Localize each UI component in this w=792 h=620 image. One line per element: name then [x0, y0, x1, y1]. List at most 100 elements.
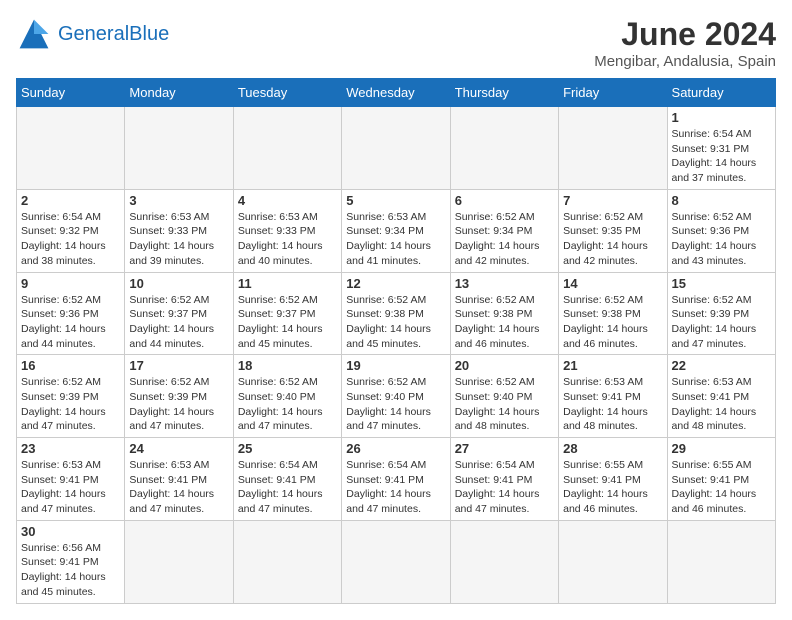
day-12: 12 Sunrise: 6:52 AMSunset: 9:38 PMDaylig…: [342, 272, 450, 355]
day-16: 16 Sunrise: 6:52 AMSunset: 9:39 PMDaylig…: [17, 355, 125, 438]
day-number: 15: [672, 276, 771, 291]
logo-text: GeneralBlue: [58, 23, 169, 45]
day-number: 4: [238, 193, 337, 208]
day-info: Sunrise: 6:52 AMSunset: 9:38 PMDaylight:…: [455, 293, 554, 352]
day-info: Sunrise: 6:54 AMSunset: 9:41 PMDaylight:…: [346, 458, 445, 517]
header: GeneralBlue June 2024 Mengibar, Andalusi…: [16, 16, 776, 70]
calendar-row-2: 2 Sunrise: 6:54 AMSunset: 9:32 PMDayligh…: [17, 189, 776, 272]
weekday-header-row: Sunday Monday Tuesday Wednesday Thursday…: [17, 79, 776, 107]
empty-cell: [125, 520, 233, 603]
calendar-table: Sunday Monday Tuesday Wednesday Thursday…: [16, 78, 776, 604]
day-info: Sunrise: 6:52 AMSunset: 9:40 PMDaylight:…: [346, 375, 445, 434]
day-info: Sunrise: 6:53 AMSunset: 9:41 PMDaylight:…: [563, 375, 662, 434]
day-number: 6: [455, 193, 554, 208]
col-sunday: Sunday: [17, 79, 125, 107]
empty-cell: [559, 107, 667, 190]
calendar-row-3: 9 Sunrise: 6:52 AMSunset: 9:36 PMDayligh…: [17, 272, 776, 355]
day-info: Sunrise: 6:54 AMSunset: 9:32 PMDaylight:…: [21, 210, 120, 269]
day-number: 8: [672, 193, 771, 208]
day-27: 27 Sunrise: 6:54 AMSunset: 9:41 PMDaylig…: [450, 438, 558, 521]
page-container: GeneralBlue June 2024 Mengibar, Andalusi…: [16, 16, 776, 604]
col-friday: Friday: [559, 79, 667, 107]
day-number: 11: [238, 276, 337, 291]
day-number: 19: [346, 358, 445, 373]
day-number: 5: [346, 193, 445, 208]
day-info: Sunrise: 6:53 AMSunset: 9:41 PMDaylight:…: [672, 375, 771, 434]
day-19: 19 Sunrise: 6:52 AMSunset: 9:40 PMDaylig…: [342, 355, 450, 438]
col-wednesday: Wednesday: [342, 79, 450, 107]
day-8: 8 Sunrise: 6:52 AMSunset: 9:36 PMDayligh…: [667, 189, 775, 272]
day-29: 29 Sunrise: 6:55 AMSunset: 9:41 PMDaylig…: [667, 438, 775, 521]
calendar-row-6: 30 Sunrise: 6:56 AMSunset: 9:41 PMDaylig…: [17, 520, 776, 603]
day-info: Sunrise: 6:54 AMSunset: 9:41 PMDaylight:…: [238, 458, 337, 517]
day-info: Sunrise: 6:54 AMSunset: 9:31 PMDaylight:…: [672, 127, 771, 186]
day-info: Sunrise: 6:52 AMSunset: 9:38 PMDaylight:…: [346, 293, 445, 352]
day-number: 2: [21, 193, 120, 208]
empty-cell: [125, 107, 233, 190]
day-15: 15 Sunrise: 6:52 AMSunset: 9:39 PMDaylig…: [667, 272, 775, 355]
day-info: Sunrise: 6:54 AMSunset: 9:41 PMDaylight:…: [455, 458, 554, 517]
day-info: Sunrise: 6:52 AMSunset: 9:40 PMDaylight:…: [238, 375, 337, 434]
day-1: 1 Sunrise: 6:54 AMSunset: 9:31 PMDayligh…: [667, 107, 775, 190]
day-number: 28: [563, 441, 662, 456]
day-number: 16: [21, 358, 120, 373]
col-thursday: Thursday: [450, 79, 558, 107]
logo-icon: [16, 16, 52, 52]
day-number: 30: [21, 524, 120, 539]
month-title: June 2024: [594, 16, 776, 53]
day-23: 23 Sunrise: 6:53 AMSunset: 9:41 PMDaylig…: [17, 438, 125, 521]
day-10: 10 Sunrise: 6:52 AMSunset: 9:37 PMDaylig…: [125, 272, 233, 355]
day-info: Sunrise: 6:53 AMSunset: 9:33 PMDaylight:…: [238, 210, 337, 269]
day-25: 25 Sunrise: 6:54 AMSunset: 9:41 PMDaylig…: [233, 438, 341, 521]
day-number: 7: [563, 193, 662, 208]
empty-cell: [559, 520, 667, 603]
day-info: Sunrise: 6:52 AMSunset: 9:35 PMDaylight:…: [563, 210, 662, 269]
day-number: 14: [563, 276, 662, 291]
empty-cell: [450, 107, 558, 190]
day-number: 21: [563, 358, 662, 373]
day-24: 24 Sunrise: 6:53 AMSunset: 9:41 PMDaylig…: [125, 438, 233, 521]
day-28: 28 Sunrise: 6:55 AMSunset: 9:41 PMDaylig…: [559, 438, 667, 521]
title-block: June 2024 Mengibar, Andalusia, Spain: [594, 16, 776, 70]
day-info: Sunrise: 6:53 AMSunset: 9:33 PMDaylight:…: [129, 210, 228, 269]
empty-cell: [342, 107, 450, 190]
day-30: 30 Sunrise: 6:56 AMSunset: 9:41 PMDaylig…: [17, 520, 125, 603]
day-number: 26: [346, 441, 445, 456]
empty-cell: [342, 520, 450, 603]
day-number: 22: [672, 358, 771, 373]
day-number: 18: [238, 358, 337, 373]
location-subtitle: Mengibar, Andalusia, Spain: [594, 53, 776, 70]
day-number: 29: [672, 441, 771, 456]
day-13: 13 Sunrise: 6:52 AMSunset: 9:38 PMDaylig…: [450, 272, 558, 355]
day-7: 7 Sunrise: 6:52 AMSunset: 9:35 PMDayligh…: [559, 189, 667, 272]
col-monday: Monday: [125, 79, 233, 107]
day-info: Sunrise: 6:52 AMSunset: 9:34 PMDaylight:…: [455, 210, 554, 269]
day-5: 5 Sunrise: 6:53 AMSunset: 9:34 PMDayligh…: [342, 189, 450, 272]
calendar-row-5: 23 Sunrise: 6:53 AMSunset: 9:41 PMDaylig…: [17, 438, 776, 521]
day-number: 3: [129, 193, 228, 208]
day-info: Sunrise: 6:53 AMSunset: 9:41 PMDaylight:…: [21, 458, 120, 517]
day-number: 23: [21, 441, 120, 456]
day-number: 12: [346, 276, 445, 291]
day-20: 20 Sunrise: 6:52 AMSunset: 9:40 PMDaylig…: [450, 355, 558, 438]
day-26: 26 Sunrise: 6:54 AMSunset: 9:41 PMDaylig…: [342, 438, 450, 521]
day-9: 9 Sunrise: 6:52 AMSunset: 9:36 PMDayligh…: [17, 272, 125, 355]
day-number: 20: [455, 358, 554, 373]
day-number: 1: [672, 110, 771, 125]
day-6: 6 Sunrise: 6:52 AMSunset: 9:34 PMDayligh…: [450, 189, 558, 272]
day-number: 27: [455, 441, 554, 456]
day-11: 11 Sunrise: 6:52 AMSunset: 9:37 PMDaylig…: [233, 272, 341, 355]
calendar-row-1: 1 Sunrise: 6:54 AMSunset: 9:31 PMDayligh…: [17, 107, 776, 190]
day-info: Sunrise: 6:52 AMSunset: 9:39 PMDaylight:…: [21, 375, 120, 434]
day-21: 21 Sunrise: 6:53 AMSunset: 9:41 PMDaylig…: [559, 355, 667, 438]
day-info: Sunrise: 6:52 AMSunset: 9:36 PMDaylight:…: [672, 210, 771, 269]
day-number: 13: [455, 276, 554, 291]
empty-cell: [233, 520, 341, 603]
day-info: Sunrise: 6:52 AMSunset: 9:36 PMDaylight:…: [21, 293, 120, 352]
day-number: 10: [129, 276, 228, 291]
day-number: 9: [21, 276, 120, 291]
day-info: Sunrise: 6:52 AMSunset: 9:39 PMDaylight:…: [129, 375, 228, 434]
day-2: 2 Sunrise: 6:54 AMSunset: 9:32 PMDayligh…: [17, 189, 125, 272]
empty-cell: [450, 520, 558, 603]
day-14: 14 Sunrise: 6:52 AMSunset: 9:38 PMDaylig…: [559, 272, 667, 355]
